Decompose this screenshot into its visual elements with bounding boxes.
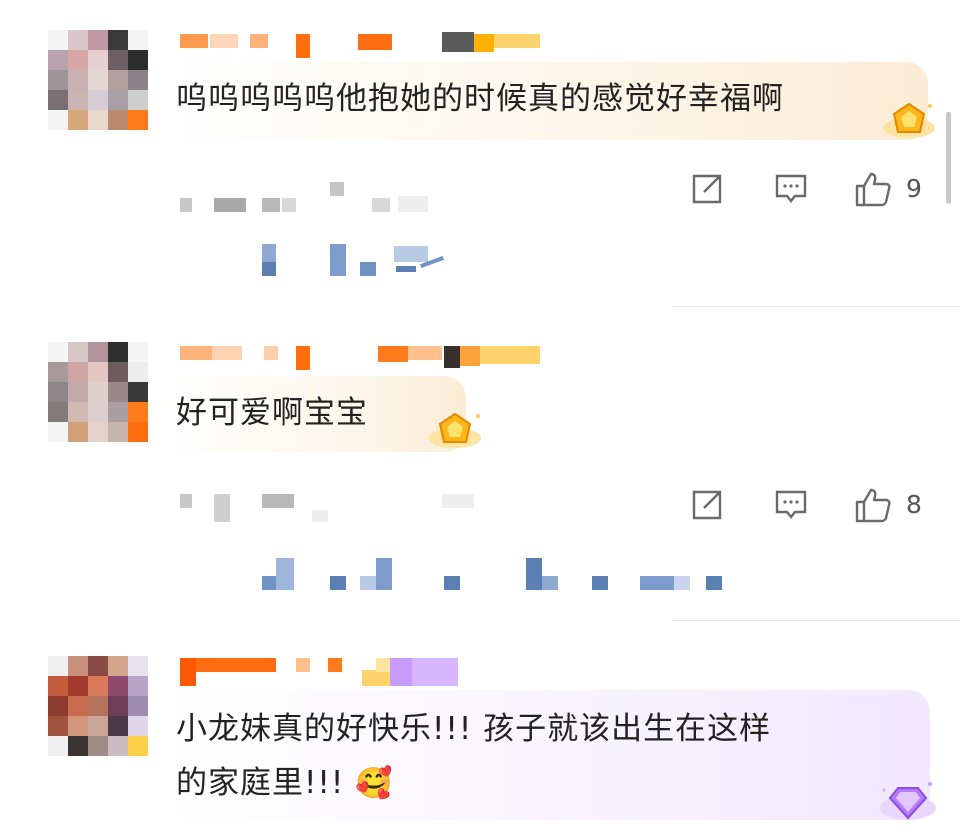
avatar[interactable]	[48, 30, 148, 130]
divider	[672, 306, 960, 307]
scrollbar[interactable]	[946, 112, 951, 204]
avatar[interactable]	[48, 656, 148, 756]
comment-text: 小龙妹真的好快乐!!! 孩子就该出生在这样	[176, 711, 772, 747]
like-icon[interactable]	[854, 170, 892, 212]
comment-text: 好可爱啊宝宝	[176, 395, 368, 431]
like-count: 8	[906, 490, 922, 519]
like-icon[interactable]	[854, 486, 892, 528]
share-icon[interactable]	[690, 172, 724, 210]
gold-crown-badge	[880, 98, 938, 142]
avatar[interactable]	[48, 342, 148, 442]
gold-crown-badge	[426, 408, 484, 452]
smiling-face-with-hearts-emoji: 🥰	[355, 766, 394, 801]
comment-icon[interactable]	[774, 172, 808, 210]
like-count: 9	[906, 174, 922, 203]
comment-icon[interactable]	[774, 488, 808, 526]
share-icon[interactable]	[690, 488, 724, 526]
comment-text-line-2: 的家庭里!!! 🥰	[176, 756, 394, 811]
comment-text: 的家庭里!!!	[176, 765, 356, 801]
purple-gem-badge	[876, 776, 940, 826]
divider	[672, 620, 960, 621]
comment-text: 呜呜呜呜呜他抱她的时候真的感觉好幸福啊	[176, 81, 784, 117]
